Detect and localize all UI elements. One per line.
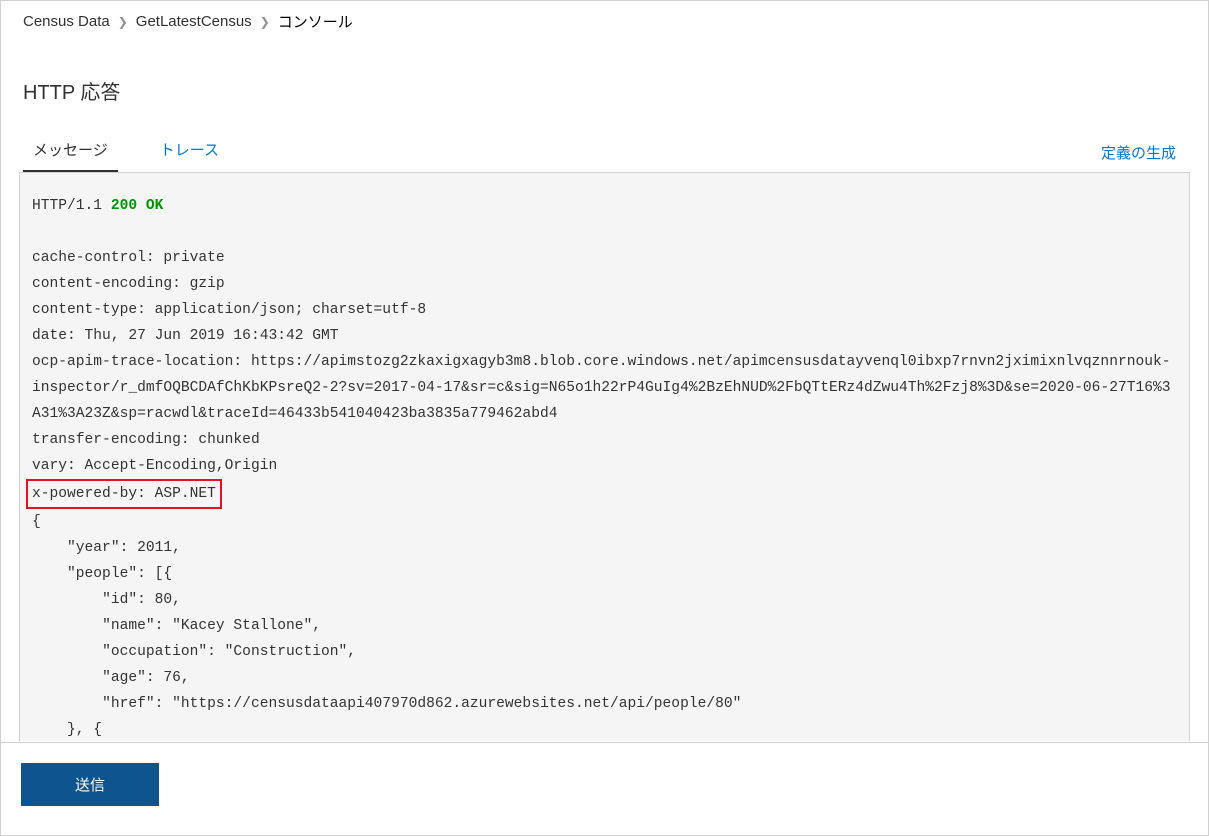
header-content-encoding: content-encoding: gzip [32, 276, 225, 292]
breadcrumb: Census Data ❯ GetLatestCensus ❯ コンソール [1, 1, 1208, 44]
header-date: date: Thu, 27 Jun 2019 16:43:42 GMT [32, 328, 339, 344]
breadcrumb-item-console: コンソール [278, 11, 353, 32]
body-line-4: "name": "Kacey Stallone", [32, 618, 321, 634]
tab-trace[interactable]: トレース [150, 133, 229, 172]
body-line-8: }, { [32, 722, 102, 738]
body-line-5: "occupation": "Construction", [32, 644, 356, 660]
header-ocp-apim-trace-location: ocp-apim-trace-location: https://apimsto… [32, 354, 1171, 422]
tabs: メッセージ トレース [19, 133, 229, 172]
tab-message[interactable]: メッセージ [23, 133, 118, 172]
response-protocol: HTTP/1.1 [32, 198, 102, 214]
tabs-row: メッセージ トレース 定義の生成 [19, 133, 1190, 172]
breadcrumb-item-getlatestcensus[interactable]: GetLatestCensus [136, 13, 252, 30]
send-button[interactable]: 送信 [21, 763, 159, 806]
body-line-7: "href": "https://censusdataapi407970d862… [32, 696, 741, 712]
footer: 送信 [1, 742, 1208, 835]
body-line-0: { [32, 514, 41, 530]
body-line-2: "people": [{ [32, 566, 172, 582]
header-content-type: content-type: application/json; charset=… [32, 302, 426, 318]
generate-definition-link[interactable]: 定義の生成 [1101, 142, 1176, 163]
chevron-right-icon: ❯ [118, 15, 128, 29]
page-title: HTTP 応答 [19, 56, 1190, 133]
chevron-right-icon: ❯ [260, 15, 270, 29]
header-vary: vary: Accept-Encoding,Origin [32, 458, 277, 474]
header-transfer-encoding: transfer-encoding: chunked [32, 432, 260, 448]
body-line-3: "id": 80, [32, 592, 181, 608]
header-x-powered-by-highlighted: x-powered-by: ASP.NET [26, 479, 222, 509]
body-line-1: "year": 2011, [32, 540, 181, 556]
http-response-body[interactable]: HTTP/1.1 200 OK cache-control: private c… [19, 172, 1190, 741]
header-cache-control: cache-control: private [32, 250, 225, 266]
breadcrumb-item-census-data[interactable]: Census Data [23, 13, 110, 30]
content-scroll-area[interactable]: HTTP 応答 メッセージ トレース 定義の生成 HTTP/1.1 200 OK… [1, 56, 1208, 741]
response-status: 200 OK [111, 198, 164, 214]
body-line-6: "age": 76, [32, 670, 190, 686]
